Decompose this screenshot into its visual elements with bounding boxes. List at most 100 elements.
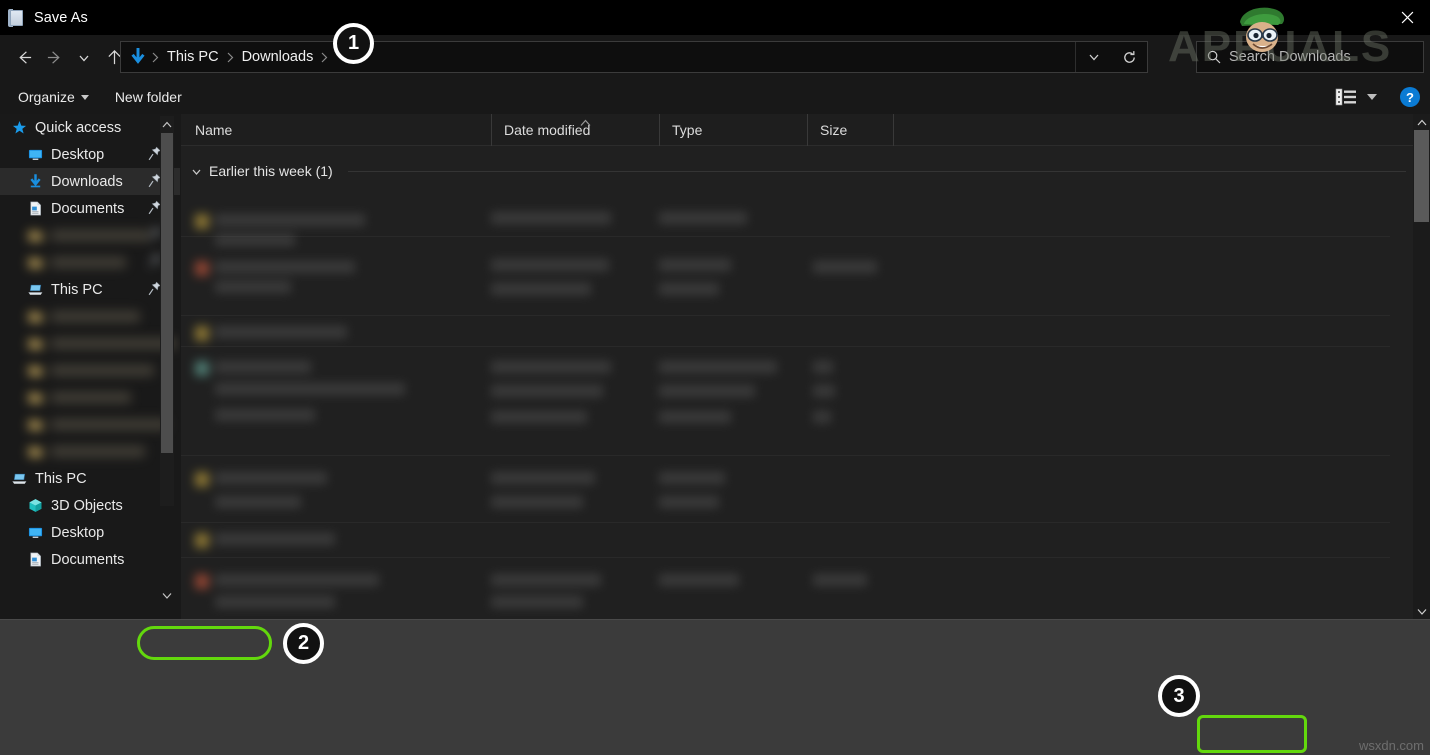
view-options-chevron-down-icon[interactable] bbox=[1362, 86, 1382, 108]
sort-chevron-up-icon bbox=[580, 114, 591, 130]
table-row[interactable] bbox=[181, 523, 1430, 557]
breadcrumb-item-this-pc[interactable]: This PC bbox=[162, 49, 224, 65]
table-cell bbox=[215, 383, 405, 395]
file-group-header[interactable]: Earlier this week (1) bbox=[181, 158, 1430, 184]
breadcrumb[interactable]: This PC Downloads bbox=[120, 41, 1148, 73]
sidebar-item-this-pc[interactable]: This PC bbox=[0, 465, 180, 492]
chevron-up-icon[interactable] bbox=[160, 116, 174, 132]
table-row[interactable] bbox=[181, 558, 1430, 618]
sidebar-item-redacted-7[interactable] bbox=[0, 303, 180, 330]
sidebar-item-label: Documents bbox=[51, 551, 125, 568]
organize-button[interactable]: Organize bbox=[10, 84, 97, 110]
breadcrumb-item-downloads[interactable]: Downloads bbox=[237, 49, 319, 65]
sidebar-item-desktop[interactable]: Desktop bbox=[0, 519, 180, 546]
sidebar-item-label bbox=[51, 419, 168, 430]
folder-icon bbox=[26, 308, 44, 326]
file-type-icon bbox=[195, 574, 209, 589]
table-row[interactable] bbox=[181, 456, 1430, 522]
this-pc-icon bbox=[10, 470, 28, 488]
sidebar-item-documents[interactable]: Documents bbox=[0, 195, 180, 222]
sidebar-item-redacted-9[interactable] bbox=[0, 357, 180, 384]
table-cell bbox=[813, 385, 835, 397]
documents-icon bbox=[26, 200, 44, 218]
table-cell bbox=[659, 212, 747, 224]
chevron-down-icon bbox=[80, 94, 89, 100]
sidebar-item-redacted-5[interactable] bbox=[0, 249, 180, 276]
sidebar-item-label bbox=[51, 230, 149, 241]
search-input[interactable]: Search Downloads bbox=[1229, 49, 1351, 65]
sidebar-item-label: Desktop bbox=[51, 146, 105, 163]
column-header-name[interactable]: Name bbox=[181, 114, 491, 146]
new-folder-button[interactable]: New folder bbox=[107, 84, 190, 110]
arrow-left-icon[interactable] bbox=[9, 43, 39, 73]
sidebar-item-redacted-10[interactable] bbox=[0, 384, 180, 411]
sidebar-item-redacted-11[interactable] bbox=[0, 411, 180, 438]
sidebar-item-label bbox=[51, 311, 140, 322]
sidebar-item-this-pc[interactable]: This PC bbox=[0, 276, 180, 303]
sidebar-item-desktop[interactable]: Desktop bbox=[0, 141, 180, 168]
sidebar-scroll-down-chevron-down-icon[interactable] bbox=[160, 586, 174, 604]
table-cell bbox=[491, 574, 601, 586]
sidebar-item-label: Downloads bbox=[51, 173, 123, 190]
new-folder-label: New folder bbox=[114, 89, 182, 105]
column-label: Size bbox=[820, 121, 848, 138]
folder-icon bbox=[26, 443, 44, 461]
table-row[interactable] bbox=[181, 184, 1430, 246]
column-header-size[interactable]: Size bbox=[807, 113, 893, 146]
downloads-icon bbox=[26, 173, 44, 191]
address-bar: This PC Downloads Search Downloads bbox=[0, 35, 1430, 80]
table-cell bbox=[813, 261, 877, 273]
sidebar-item-label bbox=[51, 446, 145, 457]
sidebar-item-redacted-8[interactable] bbox=[0, 330, 180, 357]
sidebar-item-label bbox=[51, 257, 126, 268]
table-cell bbox=[215, 409, 315, 421]
table-cell bbox=[659, 574, 739, 586]
search-box[interactable]: Search Downloads bbox=[1196, 41, 1424, 73]
file-list-pane[interactable]: Name Date modified Type Size Earlier thi… bbox=[181, 113, 1430, 619]
table-cell bbox=[659, 361, 777, 373]
address-dropdown-chevron-down-icon[interactable] bbox=[1075, 42, 1111, 72]
sidebar-item-redacted-4[interactable] bbox=[0, 222, 180, 249]
table-cell bbox=[215, 326, 347, 338]
file-list-scrollbar-thumb[interactable] bbox=[1414, 130, 1429, 222]
chevron-down-icon[interactable] bbox=[191, 166, 202, 177]
table-cell bbox=[215, 472, 327, 484]
chevron-down-icon[interactable] bbox=[1413, 603, 1430, 619]
table-cell bbox=[215, 533, 335, 545]
column-label: Date modified bbox=[504, 121, 591, 138]
file-group-label: Earlier this week (1) bbox=[209, 163, 333, 179]
file-rows[interactable] bbox=[181, 184, 1430, 618]
sidebar-item-3d-objects[interactable]: 3D Objects bbox=[0, 492, 180, 519]
close-icon[interactable] bbox=[1384, 0, 1430, 35]
sidebar-item-redacted-12[interactable] bbox=[0, 438, 180, 465]
folder-icon bbox=[26, 227, 44, 245]
sidebar-scrollbar-thumb[interactable] bbox=[161, 133, 173, 453]
column-header-date-modified[interactable]: Date modified bbox=[491, 113, 659, 146]
table-cell bbox=[215, 214, 365, 226]
column-header-type[interactable]: Type bbox=[659, 113, 807, 146]
sidebar-item-documents[interactable]: Documents bbox=[0, 546, 180, 573]
window-title: Save As bbox=[34, 9, 88, 26]
sidebar-item-quick-access[interactable]: Quick access bbox=[0, 114, 180, 141]
sidebar-item-downloads[interactable]: Downloads bbox=[0, 168, 180, 195]
table-cell bbox=[215, 574, 379, 586]
table-row[interactable] bbox=[181, 347, 1430, 455]
table-row[interactable] bbox=[181, 316, 1430, 346]
table-row[interactable] bbox=[181, 237, 1430, 315]
folder-icon bbox=[26, 362, 44, 380]
recent-locations-chevron-down-icon[interactable] bbox=[69, 43, 99, 73]
navigation-sidebar[interactable]: Quick access Desktop Downloads Documents Thi… bbox=[0, 114, 180, 619]
details-view-icon[interactable] bbox=[1334, 86, 1358, 108]
folder-icon bbox=[26, 335, 44, 353]
file-list-scrollbar[interactable] bbox=[1413, 114, 1430, 619]
chevron-up-icon[interactable] bbox=[1413, 114, 1430, 130]
column-header-spacer bbox=[893, 113, 933, 146]
table-cell bbox=[491, 361, 611, 373]
arrow-right-icon[interactable] bbox=[39, 43, 69, 73]
column-label: Type bbox=[672, 121, 703, 138]
sidebar-scrollbar[interactable] bbox=[160, 116, 174, 506]
this-pc-icon bbox=[26, 281, 44, 299]
refresh-icon[interactable] bbox=[1111, 42, 1147, 72]
help-icon[interactable]: ? bbox=[1400, 87, 1420, 107]
file-type-icon bbox=[195, 326, 209, 341]
